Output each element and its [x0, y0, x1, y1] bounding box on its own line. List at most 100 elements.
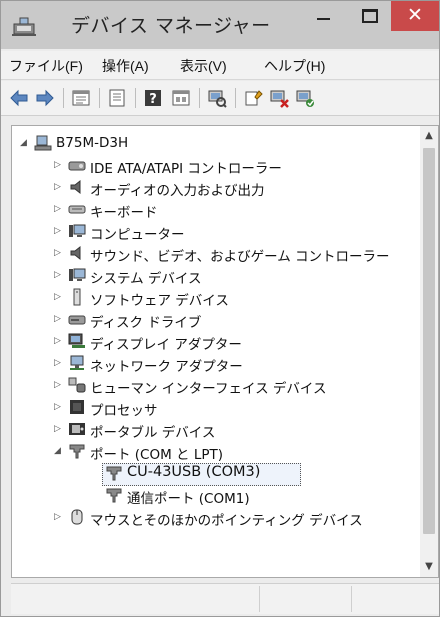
maximize-icon: [362, 9, 378, 23]
tree-node-label: マウスとそのほかのポインティング デバイス: [90, 513, 363, 529]
tree-node-mice[interactable]: ▷ マウスとそのほかのポインティング デバイス: [12, 506, 422, 529]
port-icon: [106, 466, 122, 481]
minimize-button[interactable]: [301, 1, 347, 31]
expand-arrow-icon[interactable]: ▷: [54, 512, 64, 522]
collapse-arrow-icon[interactable]: ◢: [20, 138, 30, 148]
expand-arrow-icon[interactable]: ▷: [54, 380, 64, 390]
tree-node-label: プロセッサ: [90, 403, 158, 419]
tree-node-label: 通信ポート (COM1): [127, 491, 250, 507]
tree-node-sound-video[interactable]: ▷ サウンド、ビデオ、およびゲーム コントローラー: [12, 242, 422, 265]
tree-node-audio-io[interactable]: ▷ オーディオの入力および出力: [12, 176, 422, 199]
expand-arrow-icon[interactable]: ▷: [54, 248, 64, 258]
expand-arrow-icon[interactable]: ▷: [54, 314, 64, 324]
tree-node-network-adapters[interactable]: ▷ ネットワーク アダプター: [12, 352, 422, 375]
menu-bar: ファイル(F) 操作(A) 表示(V) ヘルプ(H): [1, 51, 439, 80]
status-pane-main: [11, 586, 260, 612]
document-view-icon[interactable]: [107, 88, 127, 108]
tree-node-com1[interactable]: 通信ポート (COM1): [12, 484, 422, 507]
expand-arrow-icon[interactable]: ▷: [54, 358, 64, 368]
expand-arrow-icon[interactable]: ▷: [54, 336, 64, 346]
tree-node-label: ポータブル デバイス: [90, 425, 216, 441]
sound-icon: [70, 245, 81, 261]
tree-node-software-devices[interactable]: ▷ ソフトウェア デバイス: [12, 286, 422, 309]
collapse-arrow-icon[interactable]: ◢: [54, 446, 64, 456]
tree-node-system-devices[interactable]: ▷ システム デバイス: [12, 264, 422, 287]
toolbar-separator: [63, 88, 64, 108]
scroll-up-arrow-icon[interactable]: ▲: [420, 126, 438, 146]
vertical-scrollbar[interactable]: ▲ ▼: [420, 126, 438, 577]
port-icon: [69, 444, 85, 459]
scroll-down-arrow-icon[interactable]: ▼: [420, 557, 438, 577]
disk-drive-icon: [68, 315, 86, 325]
software-device-icon: [73, 288, 81, 306]
tree-node-keyboard[interactable]: ▷ キーボード: [12, 198, 422, 221]
scan-hardware-icon[interactable]: [207, 88, 227, 108]
keyboard-icon: [68, 205, 86, 214]
enable-device-icon[interactable]: [295, 88, 315, 108]
mouse-icon: [71, 509, 83, 525]
tree-node-label: システム デバイス: [90, 271, 202, 287]
menu-action[interactable]: 操作(A): [102, 56, 149, 76]
tree-node-display-adapters[interactable]: ▷ ディスプレイ アダプター: [12, 330, 422, 353]
tree-node-processors[interactable]: ▷ プロセッサ: [12, 396, 422, 419]
portable-device-icon: [69, 423, 85, 435]
status-bar: [11, 583, 439, 614]
tree-node-portable-devices[interactable]: ▷ ポータブル デバイス: [12, 418, 422, 441]
expand-arrow-icon[interactable]: ▷: [54, 182, 64, 192]
close-button[interactable]: ✕: [391, 1, 439, 31]
display-adapter-icon: [68, 333, 85, 348]
tree-node-ports[interactable]: ◢ ポート (COM と LPT): [12, 440, 422, 463]
tree-node-label: ディスク ドライブ: [90, 315, 202, 331]
toolbar-separator: [99, 88, 100, 108]
ide-controller-icon: [68, 161, 86, 171]
close-icon: ✕: [407, 4, 423, 26]
tree-node-label: ソフトウェア デバイス: [90, 293, 229, 309]
help-icon[interactable]: ?: [143, 88, 163, 108]
tree-node-label: ネットワーク アダプター: [90, 359, 243, 375]
properties-view-icon[interactable]: [71, 88, 91, 108]
maximize-button[interactable]: [347, 1, 391, 31]
tree-node-label: IDE ATA/ATAPI コントローラー: [90, 161, 282, 177]
expand-arrow-icon[interactable]: ▷: [54, 204, 64, 214]
toolbar-separator: [199, 88, 200, 108]
tree-node-label: ディスプレイ アダプター: [90, 337, 242, 353]
forward-arrow-icon[interactable]: [35, 88, 55, 108]
tree-root-node[interactable]: ◢ B75M-D3H: [12, 132, 422, 154]
menu-view[interactable]: 表示(V): [180, 56, 227, 76]
scroll-thumb[interactable]: [423, 148, 435, 534]
expand-arrow-icon[interactable]: ▷: [54, 402, 64, 412]
expand-arrow-icon[interactable]: ▷: [54, 424, 64, 434]
expand-arrow-icon[interactable]: ▷: [54, 292, 64, 302]
menu-file[interactable]: ファイル(F): [9, 56, 83, 76]
tree-node-cu43usb[interactable]: CU-43USB (COM3): [12, 462, 422, 484]
device-tree[interactable]: ◢ B75M-D3H ▷ IDE ATA/ATAPI コントローラー ▷ オーデ…: [11, 125, 439, 578]
toolbar-separator: [135, 88, 136, 108]
tree-node-disk-drives[interactable]: ▷ ディスク ドライブ: [12, 308, 422, 331]
tree-node-computer[interactable]: ▷ コンピューター: [12, 220, 422, 243]
update-driver-icon[interactable]: [243, 88, 263, 108]
back-arrow-icon[interactable]: [9, 88, 29, 108]
title-bar[interactable]: デバイス マネージャー ✕: [1, 1, 439, 49]
device-manager-window: デバイス マネージャー ✕ ファイル(F) 操作(A) 表示(V) ヘルプ(H)…: [0, 0, 440, 617]
device-manager-app-icon[interactable]: [11, 15, 37, 37]
computer-icon: [69, 224, 86, 237]
expand-arrow-icon[interactable]: ▷: [54, 226, 64, 236]
tree-node-hid[interactable]: ▷ ヒューマン インターフェイス デバイス: [12, 374, 422, 397]
tree-node-label: ポート (COM と LPT): [90, 447, 224, 463]
tree-node-label: ヒューマン インターフェイス デバイス: [90, 381, 327, 397]
expand-arrow-icon[interactable]: ▷: [54, 160, 64, 170]
tree-node-label: オーディオの入力および出力: [90, 183, 265, 199]
tree-node-label: サウンド、ビデオ、およびゲーム コントローラー: [90, 249, 390, 265]
details-view-icon[interactable]: [171, 88, 191, 108]
tree-node-ide[interactable]: ▷ IDE ATA/ATAPI コントローラー: [12, 154, 422, 177]
menu-help[interactable]: ヘルプ(H): [264, 56, 325, 76]
uninstall-device-icon[interactable]: [269, 88, 289, 108]
port-icon: [106, 488, 122, 503]
status-pane-secondary: [261, 586, 352, 612]
expand-arrow-icon[interactable]: ▷: [54, 270, 64, 280]
minimize-icon: [317, 18, 330, 20]
speaker-icon: [70, 179, 81, 195]
tree-node-label: キーボード: [90, 205, 158, 221]
system-device-icon: [69, 268, 86, 281]
hid-icon: [68, 377, 86, 393]
